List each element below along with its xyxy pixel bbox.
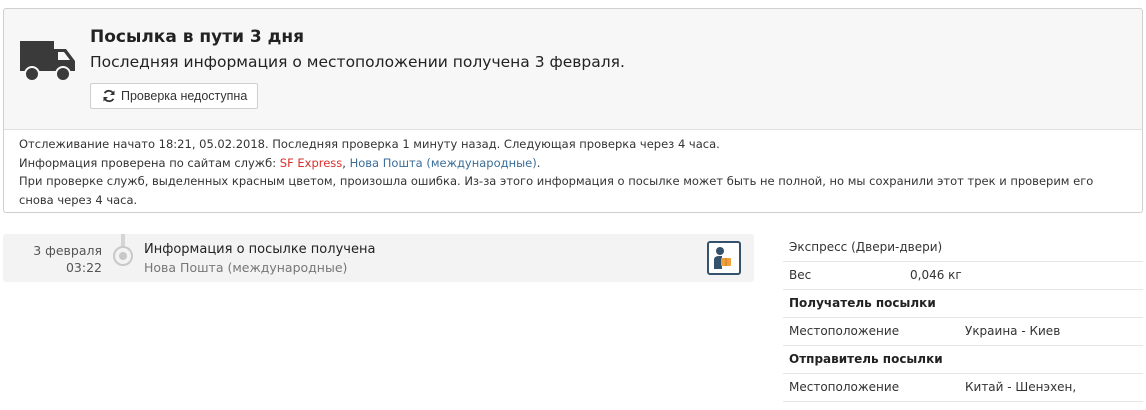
recipient-header: Получатель посылки [789,296,936,310]
weight-row: Вес 0,046 кг [783,262,1143,290]
service-type-row: Экспресс (Двери-двери) [783,234,1143,262]
event-time: 03:22 [65,260,102,275]
sender-location-row: Местоположение Китай - Шенэхен, [783,374,1143,402]
service-type: Экспресс (Двери-двери) [789,240,943,254]
status-card: Посылка в пути 3 дня Последняя информаци… [3,8,1143,130]
sender-header: Отправитель посылки [789,352,943,366]
checked-services-suffix: . [536,155,541,170]
error-note-text: При проверке служб, выделенных красным ц… [19,174,1094,207]
truck-icon [20,41,75,82]
check-unavailable-button[interactable]: Проверка недоступна [90,83,259,109]
tracking-started-text: Отслеживание начато 18:21, 05.02.2018. П… [19,137,720,151]
courier-icon [707,241,741,275]
event-service: Нова Пошта (международные) [144,260,348,275]
tracking-info: Отслеживание начато 18:21, 05.02.2018. П… [3,129,1143,213]
sender-location-label: Местоположение [789,380,900,394]
recipient-location-value: Украина - Киев [965,324,1061,338]
recipient-location-label: Местоположение [789,324,900,338]
recipient-location-row: Местоположение Украина - Киев [783,318,1143,346]
status-title: Посылка в пути 3 дня [90,27,305,47]
checked-services-prefix: Информация проверена по сайтам служб: [19,155,280,170]
event-date: 3 февраля [33,243,102,258]
timeline-dot-icon [113,246,133,266]
details-panel: Экспресс (Двери-двери) Вес 0,046 кг Полу… [783,234,1143,402]
recipient-header-row: Получатель посылки [783,290,1143,318]
services-separator: , [342,155,350,170]
tracking-event-row: 3 февраля 03:22 Информация о посылке пол… [3,234,754,282]
timeline-line [121,234,125,246]
refresh-icon [103,89,115,103]
service-link-sf-express[interactable]: SF Express [280,156,342,170]
service-link-nova-poshta[interactable]: Нова Пошта (международные) [350,156,537,170]
check-button-label: Проверка недоступна [121,89,248,103]
sender-header-row: Отправитель посылки [783,346,1143,374]
status-subtitle: Последняя информация о местоположении по… [90,53,625,71]
checked-services-text: Информация проверена по сайтам служб: SF… [19,154,1127,173]
event-title: Информация о посылке получена [144,242,376,257]
event-datetime: 3 февраля 03:22 [3,242,102,276]
sender-location-value: Китай - Шенэхен, [965,380,1077,394]
weight-label: Вес [789,268,812,282]
weight-value: 0,046 кг [910,268,962,282]
